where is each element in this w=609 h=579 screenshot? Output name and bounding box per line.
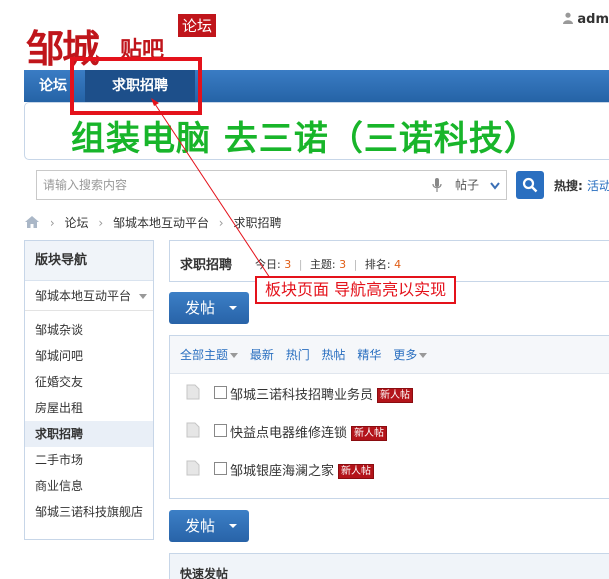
thread-list: 全部主题 最新 热门 热帖 精华 更多 邹城三诺科技招聘业务员 新人帖 快益点电器… bbox=[169, 335, 609, 499]
forum-stats: 今日: 3 | 主题: 3 | 排名: 4 bbox=[255, 256, 401, 272]
hot-search-label: 热搜: bbox=[554, 179, 583, 193]
thread-checkbox[interactable] bbox=[214, 424, 227, 437]
thread-checkbox[interactable] bbox=[214, 386, 227, 399]
document-icon bbox=[186, 384, 200, 400]
breadcrumb-item-forum[interactable]: 论坛 bbox=[64, 216, 88, 230]
filter-more[interactable]: 更多 bbox=[393, 348, 428, 362]
new-post-badge: 新人帖 bbox=[338, 464, 375, 479]
filter-more-label: 更多 bbox=[393, 348, 418, 362]
sidebar-group[interactable]: 邹城本地互动平台 bbox=[25, 281, 153, 311]
table-row: 邹城三诺科技招聘业务员 新人帖 bbox=[170, 374, 609, 412]
hot-search: 热搜: 活动 bbox=[554, 177, 609, 194]
filter-all-label: 全部主题 bbox=[180, 348, 229, 362]
search-type-select[interactable]: 帖子 bbox=[445, 170, 507, 200]
chevron-down-icon bbox=[490, 182, 500, 190]
thread-title[interactable]: 邹城银座海澜之家 新人帖 bbox=[230, 460, 375, 479]
banner-text: 组装电脑 去三诺（三诺科技） bbox=[71, 119, 539, 159]
breadcrumb-separator: › bbox=[218, 216, 224, 230]
thread-title-text: 邹城三诺科技招聘业务员 bbox=[230, 388, 374, 403]
home-icon[interactable] bbox=[24, 215, 40, 229]
sidebar-title: 版块导航 bbox=[25, 241, 153, 281]
threads-count: 3 bbox=[339, 258, 347, 271]
chevron-down-icon bbox=[138, 294, 147, 299]
document-icon bbox=[186, 460, 200, 476]
threads-label: 主题: bbox=[309, 258, 336, 271]
caret-down-icon bbox=[229, 306, 237, 310]
sidebar-item-rental[interactable]: 房屋出租 bbox=[25, 395, 153, 421]
sidebar-item-zatan[interactable]: 邹城杂谈 bbox=[25, 317, 153, 343]
filter-all[interactable]: 全部主题 bbox=[180, 348, 239, 362]
breadcrumb-separator: › bbox=[49, 216, 55, 230]
microphone-icon[interactable] bbox=[432, 178, 442, 192]
stats-divider: | bbox=[298, 258, 303, 271]
thread-title-text: 邹城银座海澜之家 bbox=[230, 464, 335, 479]
thread-checkbox[interactable] bbox=[214, 462, 227, 475]
sidebar-item-store[interactable]: 邹城三诺科技旗舰店 bbox=[25, 499, 153, 525]
rank-label: 排名: bbox=[364, 258, 391, 271]
search-bar: 请输入搜索内容 帖子 热搜: 活动 bbox=[24, 170, 609, 202]
quick-post-panel: 快速发帖 bbox=[169, 553, 609, 579]
table-row: 邹城银座海澜之家 新人帖 bbox=[170, 450, 609, 488]
today-count: 3 bbox=[284, 258, 292, 271]
new-post-badge: 新人帖 bbox=[351, 426, 388, 441]
thread-title[interactable]: 快益点电器维修连锁 新人帖 bbox=[230, 422, 388, 441]
filter-hot[interactable]: 热门 bbox=[286, 348, 310, 362]
sidebar-item-jobs[interactable]: 求职招聘 bbox=[25, 421, 153, 447]
breadcrumb-item-platform[interactable]: 邹城本地互动平台 bbox=[113, 216, 209, 230]
logo-badge: 论坛 bbox=[178, 14, 217, 37]
filter-hot-posts[interactable]: 热帖 bbox=[322, 348, 346, 362]
user-menu[interactable]: adm bbox=[563, 12, 609, 27]
new-post-label: 发帖 bbox=[185, 517, 216, 535]
today-label: 今日: bbox=[255, 258, 281, 271]
sidebar-list: 邹城杂谈 邹城问吧 征婚交友 房屋出租 求职招聘 二手市场 商业信息 邹城三诺科… bbox=[25, 311, 153, 525]
annotation-note: 板块页面 导航高亮以实现 bbox=[255, 276, 457, 304]
new-post-button-bottom[interactable]: 发帖 bbox=[169, 510, 249, 542]
chevron-down-icon bbox=[419, 353, 428, 358]
thread-title-text: 快益点电器维修连锁 bbox=[230, 426, 348, 441]
search-type-value: 帖子 bbox=[455, 178, 480, 192]
quick-post-title: 快速发帖 bbox=[180, 567, 229, 579]
breadcrumb-item-jobs[interactable]: 求职招聘 bbox=[233, 216, 281, 230]
sidebar-group-label: 邹城本地互动平台 bbox=[35, 289, 132, 303]
sidebar-item-dating[interactable]: 征婚交友 bbox=[25, 369, 153, 395]
rank-value: 4 bbox=[394, 258, 402, 271]
forum-title: 求职招聘 bbox=[180, 258, 233, 273]
new-post-button[interactable]: 发帖 bbox=[169, 292, 249, 324]
highlight-box bbox=[70, 57, 202, 115]
search-button[interactable] bbox=[516, 171, 544, 199]
breadcrumb: › 论坛 › 邹城本地互动平台 › 求职招聘 bbox=[24, 214, 281, 232]
person-icon bbox=[563, 12, 574, 24]
sidebar-item-business[interactable]: 商业信息 bbox=[25, 473, 153, 499]
new-post-label: 发帖 bbox=[185, 299, 216, 317]
filter-digest[interactable]: 精华 bbox=[357, 348, 381, 362]
hot-search-link[interactable]: 活动 bbox=[587, 179, 609, 193]
filter-latest[interactable]: 最新 bbox=[250, 348, 274, 362]
document-icon bbox=[186, 422, 200, 438]
stats-divider: | bbox=[353, 258, 358, 271]
new-post-badge: 新人帖 bbox=[377, 388, 414, 403]
username: adm bbox=[577, 12, 609, 27]
search-icon bbox=[522, 177, 538, 193]
thread-filters: 全部主题 最新 热门 热帖 精华 更多 bbox=[170, 336, 609, 374]
table-row: 快益点电器维修连锁 新人帖 bbox=[170, 412, 609, 450]
sidebar-item-secondhand[interactable]: 二手市场 bbox=[25, 447, 153, 473]
thread-title[interactable]: 邹城三诺科技招聘业务员 新人帖 bbox=[230, 384, 414, 403]
breadcrumb-separator: › bbox=[98, 216, 104, 230]
chevron-down-icon bbox=[230, 353, 239, 358]
board-nav-sidebar: 版块导航 邹城本地互动平台 邹城杂谈 邹城问吧 征婚交友 房屋出租 求职招聘 二… bbox=[24, 240, 154, 540]
sidebar-item-wenba[interactable]: 邹城问吧 bbox=[25, 343, 153, 369]
caret-down-icon bbox=[229, 524, 237, 528]
search-input[interactable]: 请输入搜索内容 bbox=[36, 170, 470, 200]
